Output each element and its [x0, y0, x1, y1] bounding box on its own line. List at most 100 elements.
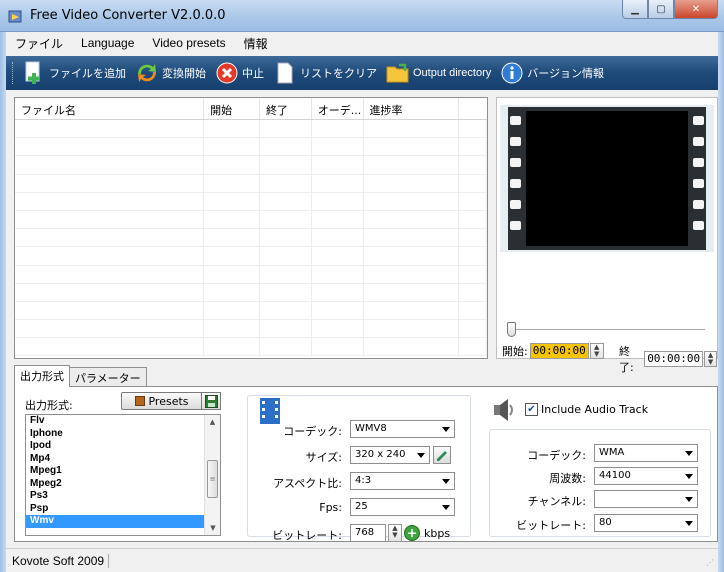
column-end[interactable]: 終了: [260, 98, 312, 119]
format-list-item[interactable]: Ipod: [26, 440, 220, 453]
menu-language[interactable]: Language: [72, 36, 143, 50]
menu-file[interactable]: ファイル: [6, 35, 72, 52]
table-row[interactable]: [15, 174, 487, 193]
format-list-item[interactable]: Wmv: [26, 515, 220, 528]
format-list-item[interactable]: Iphone: [26, 428, 220, 441]
table-cell: [459, 210, 487, 229]
window-controls: ▁ ▢ ✕: [622, 0, 718, 20]
table-cell: [312, 229, 364, 247]
save-icon: [204, 394, 218, 408]
table-row[interactable]: [15, 247, 487, 266]
file-list[interactable]: ファイル名 開始 終了 オーデ... 進捗率: [14, 97, 488, 359]
table-cell: [459, 301, 487, 320]
table-cell: [15, 174, 205, 192]
table-row[interactable]: [15, 120, 487, 139]
table-cell: [459, 156, 487, 174]
seek-slider-thumb[interactable]: [507, 322, 516, 337]
start-time-label: 開始:: [502, 345, 528, 358]
tab-parameters[interactable]: パラメーター: [69, 367, 147, 387]
format-list-scrollbar[interactable]: ▲ ≡ ▼: [204, 415, 220, 535]
version-info-button[interactable]: バージョン情報: [497, 58, 610, 88]
format-list-item[interactable]: Mp4: [26, 453, 220, 466]
format-list-item[interactable]: Psp: [26, 503, 220, 516]
audio-codec-select[interactable]: WMA: [594, 444, 698, 462]
column-filename[interactable]: ファイル名: [15, 98, 205, 119]
channel-select[interactable]: [594, 490, 698, 508]
fps-select[interactable]: 25: [350, 498, 455, 516]
add-bitrate-icon[interactable]: +: [404, 525, 420, 541]
format-list-item[interactable]: Flv: [26, 415, 220, 428]
aspect-select[interactable]: 4:3: [350, 472, 455, 490]
include-audio-checkbox[interactable]: ✔: [525, 403, 538, 416]
tab-output-format[interactable]: 出力形式: [14, 365, 70, 387]
frequency-select[interactable]: 44100: [594, 467, 698, 485]
maximize-button[interactable]: ▢: [648, 0, 674, 19]
clear-list-button[interactable]: リストをクリア: [270, 58, 383, 88]
start-convert-button[interactable]: 変換開始: [132, 58, 212, 88]
table-cell: [15, 320, 205, 338]
table-row[interactable]: [15, 320, 487, 339]
fps-label: Fps:: [319, 501, 342, 514]
column-start[interactable]: 開始: [204, 98, 260, 119]
table-row[interactable]: [15, 283, 487, 302]
size-select[interactable]: 320 x 240: [350, 446, 430, 464]
title-bar[interactable]: Free Video Converter V2.0.0.0 ▁ ▢ ✕: [0, 0, 724, 32]
menu-info[interactable]: 情報: [235, 35, 277, 52]
audio-codec-value: WMA: [599, 447, 625, 458]
table-cell: [204, 247, 260, 265]
video-codec-select[interactable]: WMV8: [350, 420, 455, 438]
resize-grip[interactable]: ⋰: [706, 558, 714, 567]
table-cell: [15, 283, 205, 301]
table-row[interactable]: [15, 192, 487, 211]
app-window: Free Video Converter V2.0.0.0 ▁ ▢ ✕ ファイル…: [0, 0, 724, 572]
audio-bitrate-select[interactable]: 80: [594, 514, 698, 532]
scroll-thumb[interactable]: ≡: [207, 460, 218, 498]
start-time-input[interactable]: 00:00:00: [529, 343, 589, 359]
format-list-item[interactable]: Ps3: [26, 490, 220, 503]
add-file-button[interactable]: ファイルを追加: [19, 58, 132, 88]
video-bitrate-input[interactable]: 768: [350, 524, 386, 542]
table-cell: [204, 192, 260, 210]
table-cell: [459, 265, 487, 283]
edit-size-button[interactable]: [433, 446, 451, 464]
presets-button[interactable]: Presets: [121, 392, 203, 410]
output-directory-button[interactable]: Output directory: [383, 58, 497, 88]
column-audio[interactable]: オーデ...: [312, 98, 364, 119]
table-row[interactable]: [15, 338, 487, 357]
clear-list-label: リストをクリア: [300, 68, 377, 80]
minimize-button[interactable]: ▁: [622, 0, 648, 19]
save-preset-button[interactable]: [201, 392, 221, 410]
table-cell: [459, 192, 487, 210]
toolbar-grip[interactable]: [12, 62, 15, 84]
table-row[interactable]: [15, 138, 487, 157]
table-cell: [312, 138, 364, 156]
table-cell: [364, 138, 460, 156]
table-cell: [260, 156, 312, 174]
table-row[interactable]: [15, 265, 487, 284]
seek-slider-track[interactable]: [509, 329, 705, 331]
scroll-up-arrow[interactable]: ▲: [205, 415, 220, 429]
format-list-item[interactable]: Mpeg2: [26, 478, 220, 491]
scroll-down-arrow[interactable]: ▼: [205, 521, 220, 535]
table-row[interactable]: [15, 156, 487, 175]
video-settings-group: コーデック: WMV8 サイズ: 320 x 240 アスペクト比: 4:3 F…: [247, 395, 471, 542]
table-cell: [15, 120, 205, 138]
presets-label: Presets: [148, 394, 189, 408]
video-bitrate-spinner[interactable]: ▲ ▼: [388, 524, 402, 542]
folder-icon: [386, 61, 410, 85]
table-row[interactable]: [15, 229, 487, 248]
table-row[interactable]: [15, 301, 487, 321]
format-list[interactable]: Flv Iphone Ipod Mp4 Mpeg1 Mpeg2 Ps3 Psp Wmv ▲ ≡ …: [25, 414, 221, 536]
start-time-spinner[interactable]: ▲ ▼: [589, 343, 604, 359]
table-row[interactable]: [15, 210, 487, 230]
menu-video-presets[interactable]: Video presets: [143, 36, 234, 50]
table-cell: [260, 247, 312, 265]
frequency-value: 44100: [599, 470, 631, 481]
column-progress[interactable]: 進捗率: [364, 98, 460, 119]
table-cell: [459, 120, 487, 138]
stop-button[interactable]: 中止: [212, 58, 270, 88]
end-time-spinner[interactable]: ▲ ▼: [704, 351, 717, 367]
close-button[interactable]: ✕: [674, 0, 718, 19]
end-time-input[interactable]: 00:00:00: [644, 351, 704, 367]
format-list-item[interactable]: Mpeg1: [26, 465, 220, 478]
